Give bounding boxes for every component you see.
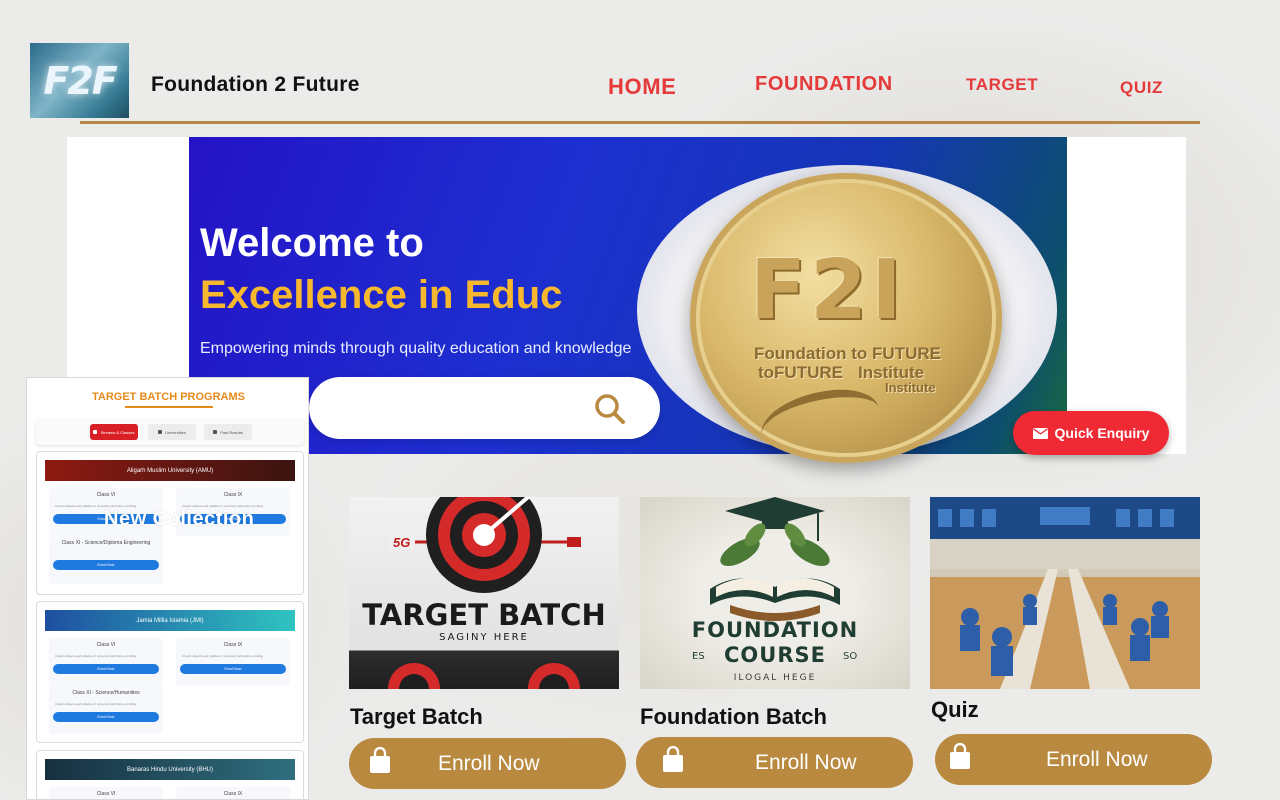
class-note: Check subjects and syllabus in universit… xyxy=(55,702,137,706)
shopping-bag-icon xyxy=(370,747,390,773)
class-note: Check subjects and syllabus in universit… xyxy=(55,654,137,658)
quick-enquiry-button[interactable]: Quick Enquiry xyxy=(1013,411,1169,455)
class-enroll-button[interactable]: Enroll Now xyxy=(180,664,286,674)
course-title-foundation: Foundation Batch xyxy=(640,704,827,729)
enroll-label: Enroll Now xyxy=(438,752,540,775)
book-graduation-icon: FOUNDATION COURSE ES SO ILOGAL HEGE xyxy=(692,497,858,683)
enroll-button-target[interactable]: Enroll Now xyxy=(349,738,626,789)
quick-enquiry-label: Quick Enquiry xyxy=(1054,425,1150,441)
class-name: Class IX xyxy=(223,642,243,648)
class-card: Class IX Check subjects and syllabus in … xyxy=(176,638,290,686)
tab-label: Past Results xyxy=(220,429,243,435)
class-name: Class XI - Science/Diploma Engineering xyxy=(61,540,151,546)
enroll-label: Enroll Now xyxy=(755,751,857,774)
class-name: Class XI - Science/Humanities xyxy=(72,690,140,696)
site-logo[interactable]: F2F xyxy=(30,43,129,118)
panel-title-underline xyxy=(125,406,213,408)
coin-text-line1: Foundation to FUTURE xyxy=(754,344,941,363)
shopping-bag-icon xyxy=(950,743,970,769)
panel-title: TARGET BATCH PROGRAMS xyxy=(92,391,245,403)
foundation-image-text2: COURSE xyxy=(724,643,826,667)
trophy-icon xyxy=(213,430,218,434)
quiz-image[interactable] xyxy=(930,497,1200,689)
university-name: Banaras Hindu University (BHU) xyxy=(45,759,295,780)
enroll-button-foundation[interactable]: Enroll Now xyxy=(636,737,913,788)
search-icon[interactable] xyxy=(592,391,628,427)
nav-divider xyxy=(80,121,1200,124)
course-title-quiz: Quiz xyxy=(931,697,979,722)
brand-name: Foundation 2 Future xyxy=(151,73,360,96)
hero-title-line2: Excellence in Educ xyxy=(200,273,563,317)
course-title-target: Target Batch xyxy=(350,704,483,729)
university-card-bhu: Banaras Hindu University (BHU) Class VI … xyxy=(36,750,304,799)
university-card-jmi: Jamia Millia Islamia (JMI) Class VI Chec… xyxy=(36,601,304,743)
coin-text-line4: Institute xyxy=(885,380,936,395)
class-enroll-button[interactable]: Enroll Now xyxy=(53,664,159,674)
tab-label: Streams & Classes xyxy=(100,429,135,435)
mail-icon xyxy=(1032,427,1048,439)
class-card: Class VI xyxy=(49,787,163,799)
class-note: Check subjects and syllabus in universit… xyxy=(182,654,264,658)
nav-home[interactable]: HOME xyxy=(608,74,676,100)
class-card: Class XI - Science/Humanities Check subj… xyxy=(49,686,163,734)
search-bar[interactable] xyxy=(309,377,660,439)
coin-text-line2: toFUTURE xyxy=(758,363,843,382)
hero-subtitle: Empowering minds through quality educati… xyxy=(200,340,632,357)
target-image-text: TARGET BATCH xyxy=(362,598,605,632)
class-enroll-button[interactable]: Enroll Now xyxy=(53,560,159,570)
tab-universities[interactable]: Universities xyxy=(148,424,196,440)
enroll-button-quiz[interactable]: Enroll Now xyxy=(935,734,1212,785)
target-programs-panel: TARGET BATCH PROGRAMS Streams & Classes … xyxy=(26,377,309,800)
class-card: Class IX xyxy=(176,787,290,799)
foundation-batch-image[interactable]: FOUNDATION COURSE ES SO ILOGAL HEGE xyxy=(640,497,910,689)
hero-title-line1: Welcome to xyxy=(200,221,424,265)
nav-foundation[interactable]: FOUNDATION xyxy=(755,73,893,96)
target-tag: 5G xyxy=(393,535,410,550)
class-card: Class VI Check subjects and syllabus in … xyxy=(49,638,163,686)
class-name: Class VI xyxy=(96,642,116,648)
building-icon xyxy=(158,430,163,434)
class-name: Class VI xyxy=(96,492,116,498)
grid-icon xyxy=(93,430,98,434)
class-enroll-button[interactable]: Enroll Now xyxy=(53,712,159,722)
tab-streams-classes[interactable]: Streams & Classes xyxy=(90,424,138,440)
target-icon: 5G TARGET BATCH SAGINY HERE xyxy=(362,497,606,689)
search-input[interactable] xyxy=(333,391,593,425)
class-card: Class XI - Science/Diploma Engineering E… xyxy=(49,536,163,584)
class-name: Class VI xyxy=(96,791,116,797)
quiz-hall-photo xyxy=(930,497,1200,689)
panel-tabs: Streams & Classes Universities Past Resu… xyxy=(36,419,304,445)
logo-mark: F2F xyxy=(43,58,117,103)
foundation-tag-left: ES xyxy=(692,651,705,662)
class-name: Class IX xyxy=(223,791,243,797)
university-name: Aligarh Muslim University (AMU) xyxy=(45,460,295,481)
target-image-sub: SAGINY HERE xyxy=(439,632,529,643)
foundation-image-sub: ILOGAL HEGE xyxy=(734,673,817,683)
nav-target[interactable]: TARGET xyxy=(966,75,1038,95)
foundation-tag-right: SO xyxy=(843,651,857,662)
tab-past-results[interactable]: Past Results xyxy=(204,424,252,440)
shopping-bag-icon xyxy=(663,746,683,772)
nav-quiz[interactable]: QUIZ xyxy=(1120,78,1163,98)
foundation-image-text: FOUNDATION xyxy=(692,618,858,642)
target-batch-image[interactable]: 5G TARGET BATCH SAGINY HERE xyxy=(349,497,619,689)
tab-label: Universities xyxy=(165,429,186,435)
class-name: Class IX xyxy=(223,492,243,498)
enroll-label: Enroll Now xyxy=(1046,748,1148,771)
university-name: Jamia Millia Islamia (JMI) xyxy=(45,610,295,631)
new-collection-overlay: New Collection xyxy=(104,508,255,530)
coin-mark: F2I xyxy=(750,243,906,338)
